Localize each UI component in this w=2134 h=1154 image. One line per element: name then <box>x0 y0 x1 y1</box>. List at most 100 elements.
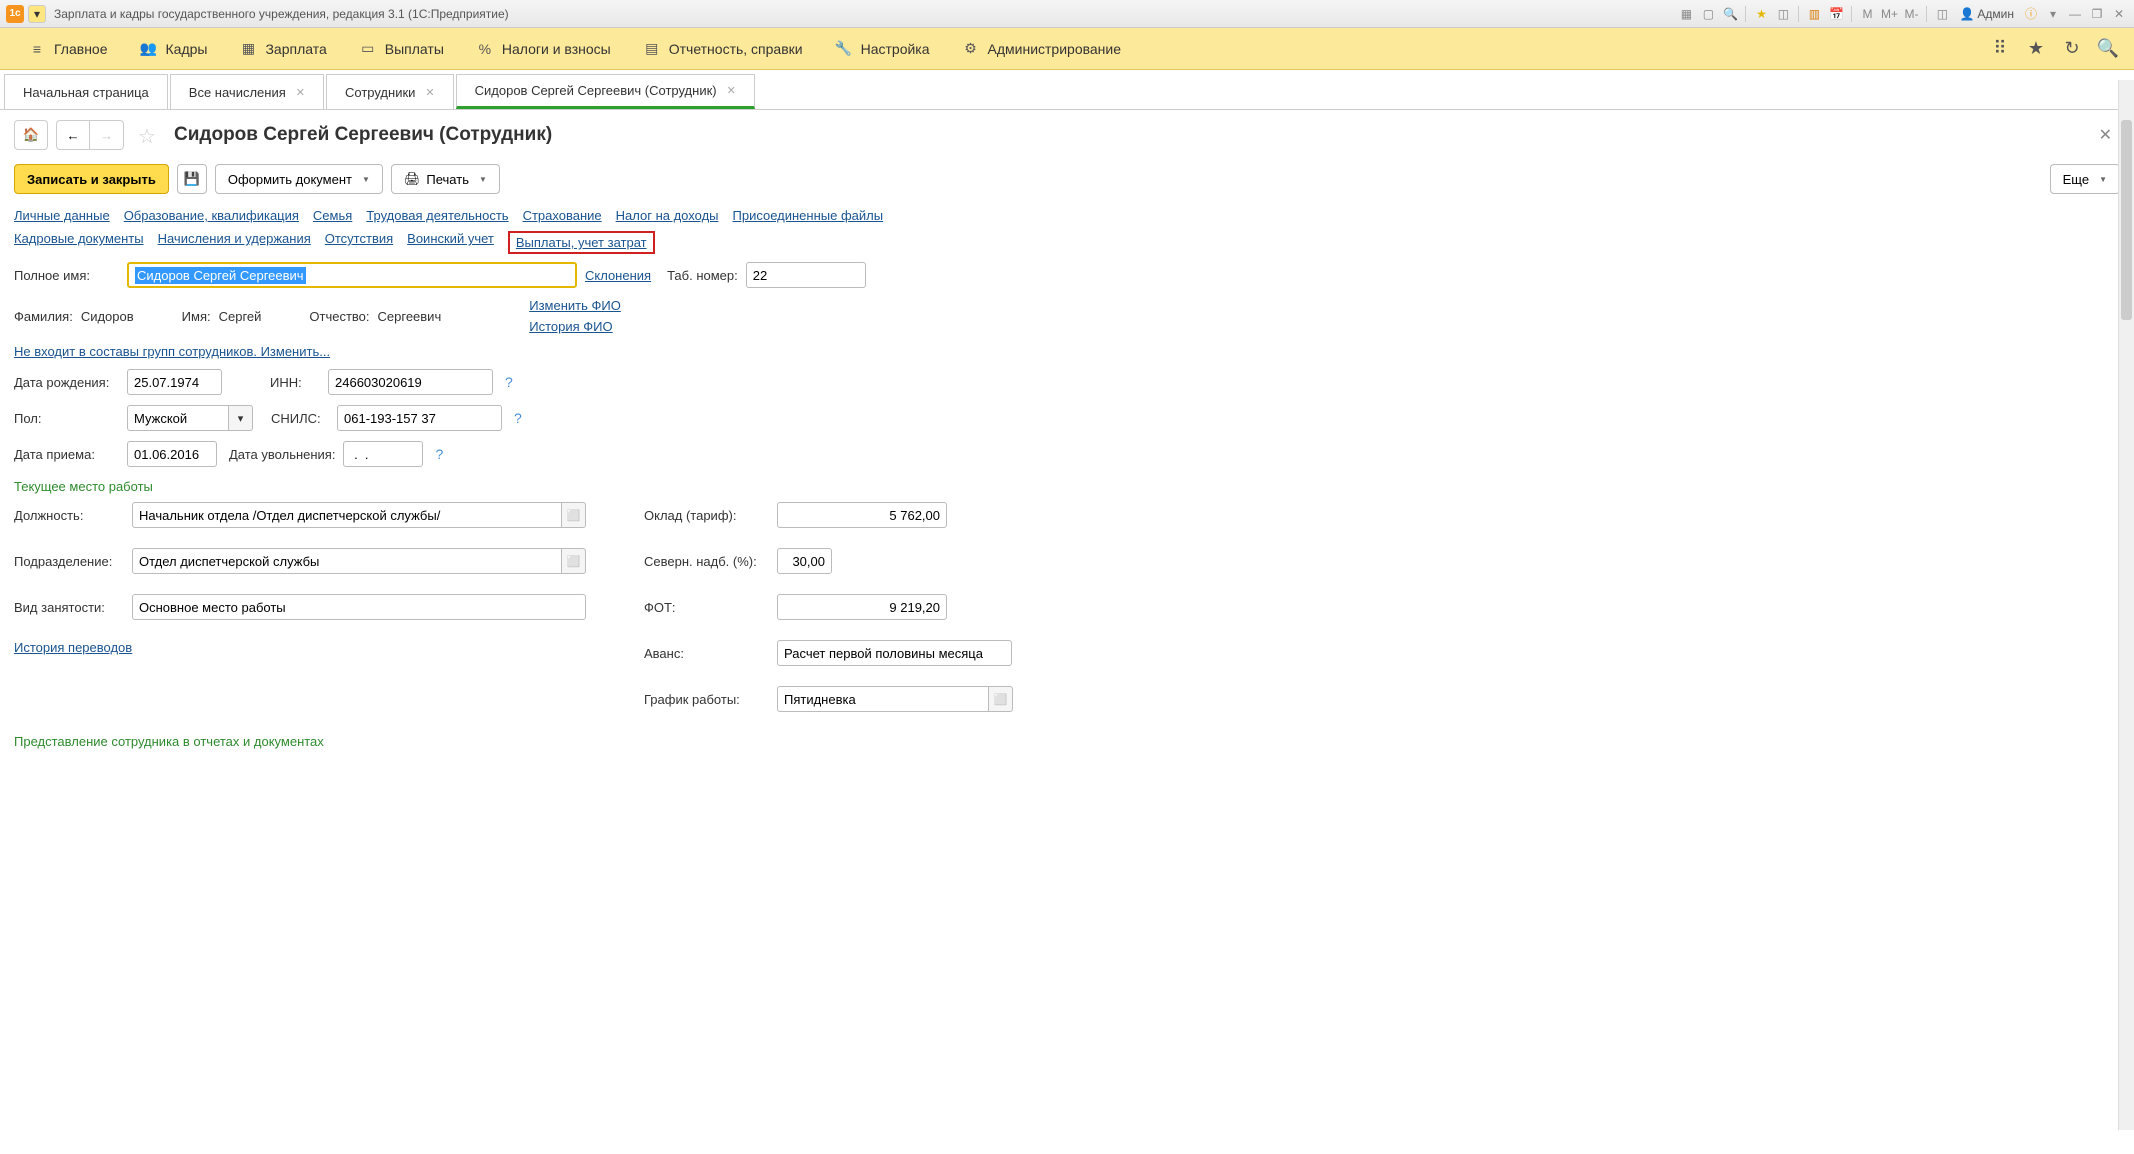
tab-start[interactable]: Начальная страница <box>4 74 168 109</box>
save-close-button[interactable]: Записать и закрыть <box>14 164 169 194</box>
input-schedule[interactable]: ⬜ <box>777 686 1013 712</box>
row-hire-fire: Дата приема: Дата увольнения: ? <box>14 441 2120 467</box>
input-tab-no[interactable] <box>746 262 866 288</box>
link-family[interactable]: Семья <box>313 208 352 223</box>
menu-settings[interactable]: 🔧 Настройка <box>819 28 946 69</box>
menu-main[interactable]: ≡ Главное <box>12 28 124 69</box>
row-fullname: Полное имя: Сидоров Сергей Сергеевич Скл… <box>14 262 2120 288</box>
help-icon[interactable]: ? <box>505 374 513 390</box>
input-department[interactable]: ⬜ <box>132 548 604 574</box>
help-icon[interactable]: ? <box>435 446 443 462</box>
link-change-fio[interactable]: Изменить ФИО <box>529 298 621 313</box>
input-fullname[interactable]: Сидоров Сергей Сергеевич <box>127 262 577 288</box>
link-absences[interactable]: Отсутствия <box>325 231 393 254</box>
tb-icon-2[interactable]: ▢ <box>1699 5 1717 23</box>
row-fot: ФОТ: <box>644 594 1013 620</box>
link-insurance[interactable]: Страхование <box>523 208 602 223</box>
close-icon[interactable]: ✕ <box>296 86 305 99</box>
input-fot[interactable] <box>777 594 947 620</box>
input-north[interactable] <box>777 548 832 574</box>
open-icon[interactable]: ⬜ <box>562 548 586 574</box>
input-employment[interactable] <box>132 594 586 620</box>
back-button[interactable]: ← <box>56 120 90 150</box>
tb-icon-5[interactable]: ◫ <box>1774 5 1792 23</box>
vertical-scrollbar[interactable] <box>2118 80 2134 1130</box>
tab-employees[interactable]: Сотрудники✕ <box>326 74 454 109</box>
link-personal[interactable]: Личные данные <box>14 208 110 223</box>
link-transfers-history[interactable]: История переводов <box>14 640 132 655</box>
link-hr-docs[interactable]: Кадровые документы <box>14 231 144 254</box>
link-files[interactable]: Присоединенные файлы <box>733 208 884 223</box>
menu-salary[interactable]: ▦ Зарплата <box>223 28 342 69</box>
select-gender[interactable]: ▾ <box>127 405 253 431</box>
table-icon: ▦ <box>239 40 257 58</box>
open-icon[interactable]: ⬜ <box>989 686 1013 712</box>
tab-current-employee[interactable]: Сидоров Сергей Сергеевич (Сотрудник)✕ <box>456 74 755 109</box>
input-advance[interactable] <box>777 640 1012 666</box>
home-button[interactable]: 🏠 <box>14 120 48 150</box>
tb-icon-3[interactable]: 🔍 <box>1721 5 1739 23</box>
create-doc-button[interactable]: Оформить документ <box>215 164 383 194</box>
close-window-icon[interactable]: ✕ <box>2110 5 2128 23</box>
m-icon[interactable]: M <box>1858 5 1876 23</box>
panel-icon[interactable]: ◫ <box>1933 5 1951 23</box>
link-income-tax[interactable]: Налог на доходы <box>616 208 719 223</box>
calendar-icon-2[interactable]: 📅 <box>1827 5 1845 23</box>
link-not-in-groups[interactable]: Не входит в составы групп сотрудников. И… <box>14 344 330 359</box>
form-toolbar: Записать и закрыть 💾 Оформить документ 🖨… <box>0 160 2134 204</box>
link-declensions[interactable]: Склонения <box>585 268 651 283</box>
label-name: Имя: <box>182 309 211 324</box>
label-employment: Вид занятости: <box>14 600 124 615</box>
section-links-1: Личные данные Образование, квалификация … <box>14 208 2120 223</box>
scrollbar-thumb[interactable] <box>2121 120 2132 320</box>
menu-personnel[interactable]: 👥 Кадры <box>124 28 224 69</box>
close-icon[interactable]: ✕ <box>727 84 736 97</box>
link-history-fio[interactable]: История ФИО <box>529 319 621 334</box>
open-icon[interactable]: ⬜ <box>562 502 586 528</box>
close-page-icon[interactable]: ✕ <box>2099 125 2112 145</box>
label-snils: СНИЛС: <box>271 411 329 426</box>
label-tab-no: Таб. номер: <box>667 268 738 283</box>
row-groups: Не входит в составы групп сотрудников. И… <box>14 344 2120 359</box>
menu-payments[interactable]: ▭ Выплаты <box>343 28 460 69</box>
history-icon[interactable]: ↻ <box>2058 35 2086 63</box>
link-military[interactable]: Воинский учет <box>407 231 494 254</box>
input-fire[interactable] <box>343 441 423 467</box>
help-icon[interactable]: ? <box>514 410 522 426</box>
tb-icon-1[interactable]: ▦ <box>1677 5 1695 23</box>
input-birth[interactable] <box>127 369 222 395</box>
link-pay-cost[interactable]: Выплаты, учет затрат <box>508 231 655 254</box>
input-position[interactable]: ⬜ <box>132 502 604 528</box>
apps-icon[interactable]: ⠿ <box>1986 35 2014 63</box>
link-education[interactable]: Образование, квалификация <box>124 208 299 223</box>
admin-badge[interactable]: 👤 Админ <box>1955 7 2018 21</box>
maximize-icon[interactable]: ❐ <box>2088 5 2106 23</box>
input-salary[interactable] <box>777 502 947 528</box>
m-minus-icon[interactable]: M- <box>1902 5 1920 23</box>
favorite-icon[interactable]: ★ <box>1752 5 1770 23</box>
link-accruals[interactable]: Начисления и удержания <box>158 231 311 254</box>
save-button[interactable]: 💾 <box>177 164 207 194</box>
search-icon[interactable]: 🔍 <box>2094 35 2122 63</box>
tab-calcs[interactable]: Все начисления✕ <box>170 74 324 109</box>
menu-admin[interactable]: ⚙ Администрирование <box>946 28 1138 69</box>
print-button[interactable]: 🖨Печать <box>391 164 500 194</box>
calendar-icon[interactable]: ▥ <box>1805 5 1823 23</box>
input-snils[interactable] <box>337 405 502 431</box>
dropdown-icon-2[interactable]: ▾ <box>2044 5 2062 23</box>
input-hire[interactable] <box>127 441 217 467</box>
m-plus-icon[interactable]: M+ <box>1880 5 1898 23</box>
forward-button[interactable]: → <box>90 120 124 150</box>
info-icon[interactable]: ⓘ <box>2022 5 2040 23</box>
minimize-icon[interactable]: — <box>2066 5 2084 23</box>
dropdown-icon[interactable]: ▾ <box>28 5 46 23</box>
favorite-toggle-icon[interactable]: ☆ <box>138 124 160 146</box>
link-labor[interactable]: Трудовая деятельность <box>366 208 508 223</box>
close-icon[interactable]: ✕ <box>425 86 434 99</box>
menu-reports[interactable]: ▤ Отчетность, справки <box>627 28 819 69</box>
menu-taxes[interactable]: % Налоги и взносы <box>460 28 627 69</box>
more-button[interactable]: Еще <box>2050 164 2120 194</box>
star-icon[interactable]: ★ <box>2022 35 2050 63</box>
chevron-down-icon[interactable]: ▾ <box>229 405 253 431</box>
input-inn[interactable] <box>328 369 493 395</box>
